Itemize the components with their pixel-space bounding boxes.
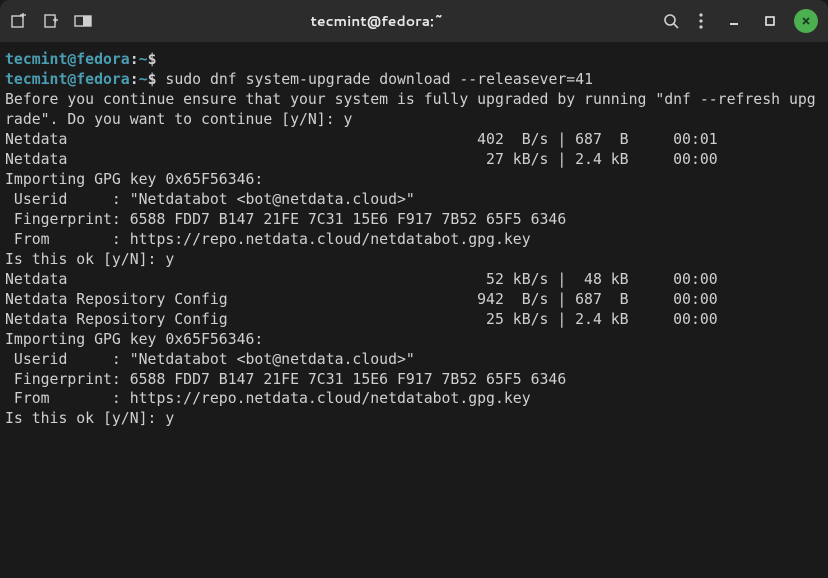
prompt-user-host: tecmint@fedora [5, 51, 130, 68]
titlebar-right [662, 9, 818, 33]
maximize-button[interactable] [758, 9, 782, 33]
output-line: Is this ok [y/N]: y [5, 410, 174, 427]
output-line: Netdata Repository Config 942 B/s | 687 … [5, 291, 718, 308]
minimize-button[interactable] [722, 9, 746, 33]
output-line: From : https://repo.netdata.cloud/netdat… [5, 231, 531, 248]
close-button[interactable] [794, 9, 818, 33]
output-line: Userid : "Netdatabot <bot@netdata.cloud>… [5, 351, 415, 368]
output-line: Netdata 402 B/s | 687 B 00:01 [5, 131, 718, 148]
output-line: Importing GPG key 0x65F56346: [5, 331, 263, 348]
prompt-sep: : [130, 71, 139, 88]
prompt-path: ~ [139, 51, 148, 68]
output-line: Is this ok [y/N]: y [5, 251, 174, 268]
search-icon[interactable] [662, 12, 680, 30]
output-line: Fingerprint: 6588 FDD7 B147 21FE 7C31 15… [5, 371, 566, 388]
prompt-dollar: $ [148, 51, 157, 68]
output-line: Importing GPG key 0x65F56346: [5, 171, 263, 188]
prompt-dollar: $ [148, 71, 157, 88]
menu-icon[interactable] [692, 12, 710, 30]
output-line: Before you continue ensure that your sys… [5, 91, 816, 108]
output-line: Userid : "Netdatabot <bot@netdata.cloud>… [5, 191, 415, 208]
command-line: sudo dnf system-upgrade download --relea… [165, 71, 593, 88]
prompt-user-host: tecmint@fedora [5, 71, 130, 88]
terminal-body[interactable]: tecmint@fedora:~$ tecmint@fedora:~$ sudo… [0, 42, 828, 578]
split-icon[interactable] [74, 12, 92, 30]
output-line: Netdata 27 kB/s | 2.4 kB 00:00 [5, 151, 718, 168]
prompt-sep: : [130, 51, 139, 68]
prompt-path: ~ [139, 71, 148, 88]
output-line: From : https://repo.netdata.cloud/netdat… [5, 390, 531, 407]
new-window-icon[interactable] [42, 12, 60, 30]
output-line: rade". Do you want to continue [y/N]: y [5, 111, 352, 128]
titlebar: tecmint@fedora:~ [0, 0, 828, 42]
new-tab-icon[interactable] [10, 12, 28, 30]
output-line: Netdata Repository Config 25 kB/s | 2.4 … [5, 311, 718, 328]
output-line: Fingerprint: 6588 FDD7 B147 21FE 7C31 15… [5, 211, 566, 228]
window-title: tecmint@fedora:~ [92, 11, 662, 31]
titlebar-left [10, 12, 92, 30]
output-line: Netdata 52 kB/s | 48 kB 00:00 [5, 271, 718, 288]
